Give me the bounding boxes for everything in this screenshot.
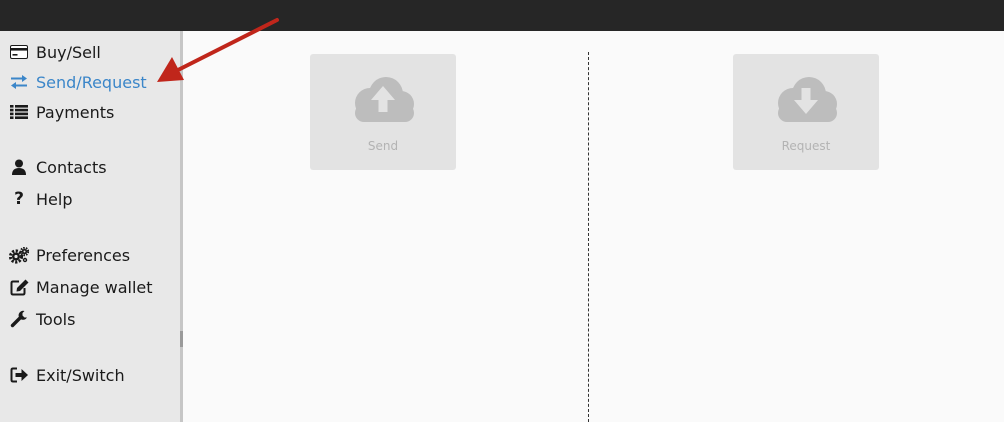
credit-card-icon <box>9 43 29 61</box>
sidebar-item-manage-wallet[interactable]: Manage wallet <box>9 276 153 298</box>
sidebar: Buy/Sell Send/Request Payments Contacts … <box>0 31 183 422</box>
sidebar-item-tools[interactable]: Tools <box>9 308 75 330</box>
sidebar-item-exit-switch[interactable]: Exit/Switch <box>9 364 125 386</box>
cloud-upload-icon <box>350 76 416 128</box>
sidebar-item-label: Help <box>36 189 73 209</box>
sidebar-item-label: Contacts <box>36 157 107 177</box>
sidebar-item-label: Preferences <box>36 245 131 265</box>
sidebar-item-preferences[interactable]: Preferences <box>9 244 130 266</box>
list-icon <box>9 103 29 121</box>
sidebar-item-label: Send/Request <box>36 72 147 92</box>
sidebar-item-label: Payments <box>36 102 115 122</box>
sidebar-item-label: Tools <box>36 309 76 329</box>
sidebar-item-label: Buy/Sell <box>36 42 101 62</box>
request-button[interactable]: Request <box>733 54 879 170</box>
sidebar-item-contacts[interactable]: Contacts <box>9 156 107 178</box>
sidebar-item-label: Exit/Switch <box>36 365 125 385</box>
panel-divider <box>588 52 589 422</box>
question-icon: ? <box>14 189 24 209</box>
gears-icon <box>9 246 29 264</box>
send-label: Send <box>367 139 399 153</box>
sidebar-item-buy-sell[interactable]: Buy/Sell <box>9 41 101 63</box>
sidebar-item-label: Manage wallet <box>36 277 153 297</box>
sidebar-item-send-request[interactable]: Send/Request <box>9 71 147 93</box>
sidebar-item-payments[interactable]: Payments <box>9 101 114 123</box>
user-icon <box>9 158 29 176</box>
main-content: Send Request <box>183 31 1004 422</box>
cloud-download-icon <box>773 76 839 128</box>
edit-icon <box>9 278 29 296</box>
sidebar-item-help[interactable]: ? Help <box>9 188 72 210</box>
wrench-icon <box>9 310 29 328</box>
request-label: Request <box>781 139 831 153</box>
sign-out-icon <box>9 366 29 384</box>
title-bar <box>0 0 1004 31</box>
send-button[interactable]: Send <box>310 54 456 170</box>
exchange-arrows-icon <box>9 73 29 91</box>
